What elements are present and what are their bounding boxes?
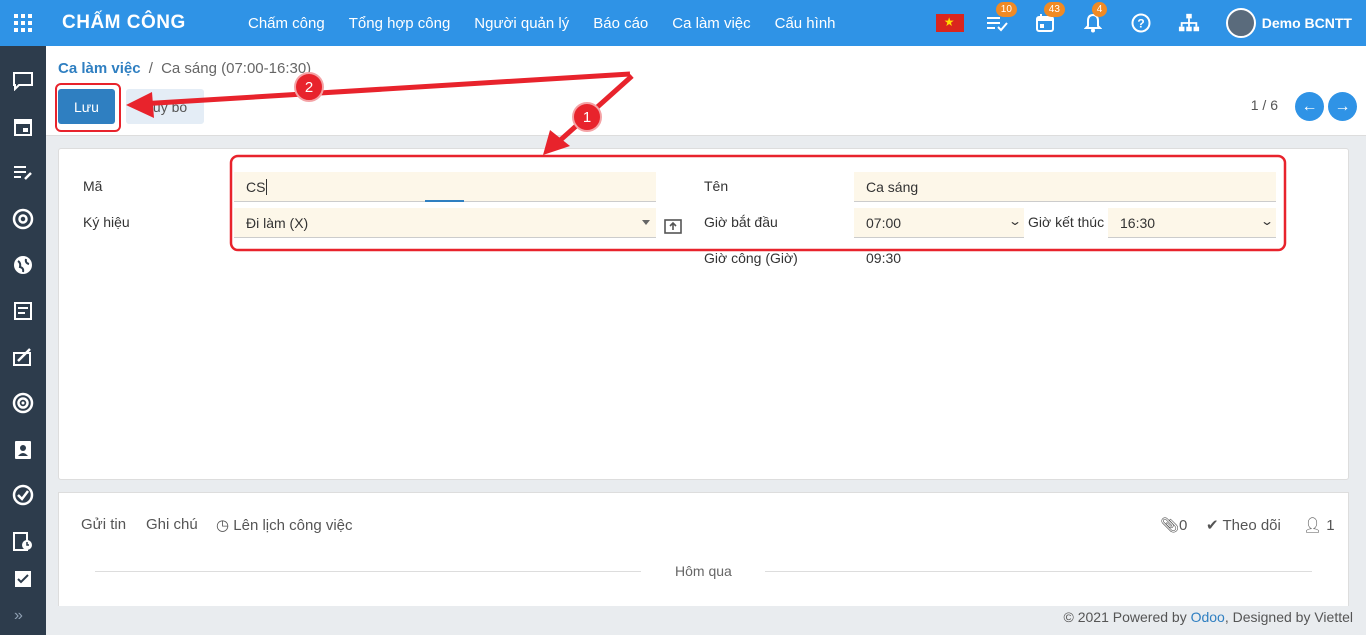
- user-name[interactable]: Demo BCNTT: [1262, 15, 1352, 31]
- code-label: Mã: [83, 178, 103, 194]
- pager-next-button[interactable]: →: [1328, 92, 1357, 121]
- user-avatar[interactable]: [1225, 8, 1256, 38]
- checkmark-icon: ✔: [1206, 517, 1219, 534]
- sidebar-website-icon[interactable]: [0, 242, 46, 288]
- footer-prefix: © 2021 Powered by: [1063, 609, 1187, 625]
- calendar-badge: 43: [1043, 2, 1065, 17]
- svg-text:?: ?: [1137, 17, 1144, 31]
- paperclip-icon: 📎︎: [1160, 517, 1180, 534]
- save-button[interactable]: Lưu: [58, 89, 115, 124]
- end-time-label: Giờ kết thúc: [1028, 214, 1105, 230]
- control-panel: Ca làm việc / Ca sáng (07:00-16:30) Hủy …: [46, 46, 1366, 136]
- footer-suffix: , Designed by Viettel: [1224, 609, 1353, 625]
- work-hours-label: Giờ công (Giờ): [704, 250, 798, 266]
- discard-button[interactable]: Hủy bỏ: [126, 89, 204, 124]
- sidebar-documents-icon[interactable]: [0, 288, 46, 334]
- attachments-count: 0: [1179, 517, 1188, 534]
- menu-cau-hinh[interactable]: Cấu hình: [775, 15, 836, 32]
- followers-count: 1: [1326, 517, 1335, 534]
- chatter: Gửi tin Ghi chú ◷ Lên lịch công việc 📎︎0…: [58, 492, 1349, 606]
- sidebar-contacts-icon[interactable]: [0, 426, 46, 472]
- bell-icon[interactable]: 4: [1082, 2, 1108, 34]
- menu-nguoi-quan-ly[interactable]: Người quản lý: [474, 15, 569, 32]
- sidebar-discuss-icon[interactable]: [0, 58, 46, 104]
- breadcrumb-current: Ca sáng (07:00-16:30): [161, 60, 312, 77]
- symbol-select[interactable]: Đi làm (X): [234, 208, 656, 238]
- sidebar: »: [0, 46, 46, 635]
- vietnam-flag-icon[interactable]: [935, 14, 964, 32]
- work-hours-value: 09:30: [866, 250, 902, 266]
- activity-badge: 10: [995, 2, 1017, 17]
- code-value: CS: [246, 179, 266, 195]
- end-time-value: 16:30: [1120, 215, 1156, 231]
- sidebar-calendar-icon[interactable]: [0, 104, 46, 150]
- footer: © 2021 Powered by Odoo, Designed by Viet…: [1064, 609, 1353, 625]
- apps-menu-icon[interactable]: [0, 0, 46, 46]
- odoo-link[interactable]: Odoo: [1191, 609, 1225, 625]
- text-cursor: [266, 179, 268, 195]
- main-menu: Chấm công Tổng hợp công Người quản lý Bá…: [248, 15, 860, 32]
- breadcrumb: Ca làm việc / Ca sáng (07:00-16:30): [58, 60, 311, 77]
- follow-label: Theo dõi: [1222, 517, 1281, 534]
- sidebar-email-icon[interactable]: [0, 196, 46, 242]
- breadcrumb-separator: /: [148, 60, 153, 77]
- org-chart-icon[interactable]: [1178, 12, 1200, 34]
- start-time-value: 07:00: [866, 215, 902, 231]
- sidebar-target-icon[interactable]: [0, 380, 46, 426]
- form-sheet: Mã CS Ký hiệu Đi làm (X) Tên Ca sáng Giờ…: [58, 148, 1349, 480]
- start-time-label: Giờ bắt đầu: [704, 214, 778, 230]
- menu-tong-hop-cong[interactable]: Tổng hợp công: [349, 15, 451, 32]
- input-focus-underline: [425, 200, 464, 202]
- sidebar-check-icon[interactable]: [0, 472, 46, 518]
- pager-previous-button[interactable]: ←: [1295, 92, 1324, 121]
- start-time-select[interactable]: 07:00 ⌄: [854, 208, 1024, 238]
- user-icon: 👤︎: [1303, 517, 1323, 534]
- date-divider-left: [95, 571, 641, 572]
- date-divider-right: [765, 571, 1312, 572]
- calendar-icon[interactable]: 43: [1034, 2, 1065, 34]
- schedule-activity-label: Lên lịch công việc: [233, 517, 353, 534]
- name-input[interactable]: Ca sáng: [854, 172, 1276, 202]
- symbol-label: Ký hiệu: [83, 214, 130, 230]
- log-note-button[interactable]: Ghi chú: [146, 516, 198, 533]
- sidebar-approval-icon[interactable]: [0, 564, 46, 594]
- attachments-button[interactable]: 📎︎0: [1160, 516, 1187, 534]
- date-separator: Hôm qua: [675, 563, 732, 579]
- name-value: Ca sáng: [866, 179, 919, 195]
- sidebar-sign-icon[interactable]: [0, 334, 46, 380]
- follow-button[interactable]: ✔ Theo dõi: [1206, 516, 1281, 534]
- breadcrumb-parent-link[interactable]: Ca làm việc: [58, 60, 141, 77]
- menu-cham-cong[interactable]: Chấm công: [248, 15, 325, 32]
- dropdown-caret-icon: [642, 220, 650, 225]
- send-message-button[interactable]: Gửi tin: [81, 516, 126, 533]
- pager-value[interactable]: 1 / 6: [1251, 97, 1278, 113]
- menu-ca-lam-viec[interactable]: Ca làm việc: [672, 15, 750, 32]
- chevron-down-icon: ⌄: [1007, 214, 1023, 228]
- symbol-value: Đi làm (X): [246, 215, 309, 231]
- notification-badge: 4: [1091, 2, 1108, 17]
- code-input[interactable]: CS: [234, 172, 656, 202]
- sidebar-expand-icon[interactable]: »: [14, 607, 23, 625]
- menu-bao-cao[interactable]: Báo cáo: [593, 15, 648, 32]
- followers-button[interactable]: 👤︎ 1: [1303, 516, 1335, 534]
- sidebar-timesheet-icon[interactable]: [0, 518, 46, 564]
- external-link-icon[interactable]: [664, 217, 682, 237]
- sidebar-notes-icon[interactable]: [0, 150, 46, 196]
- schedule-activity-button[interactable]: ◷ Lên lịch công việc: [216, 516, 353, 534]
- app-title: CHẤM CÔNG: [62, 12, 186, 33]
- name-label: Tên: [704, 178, 729, 194]
- activity-icon[interactable]: 10: [986, 2, 1017, 34]
- top-navbar: CHẤM CÔNG Chấm công Tổng hợp công Người …: [0, 0, 1366, 46]
- chevron-down-icon: ⌄: [1259, 214, 1275, 228]
- help-icon[interactable]: ?: [1130, 12, 1152, 34]
- end-time-select[interactable]: 16:30 ⌄: [1108, 208, 1276, 238]
- clock-icon: ◷: [216, 517, 230, 534]
